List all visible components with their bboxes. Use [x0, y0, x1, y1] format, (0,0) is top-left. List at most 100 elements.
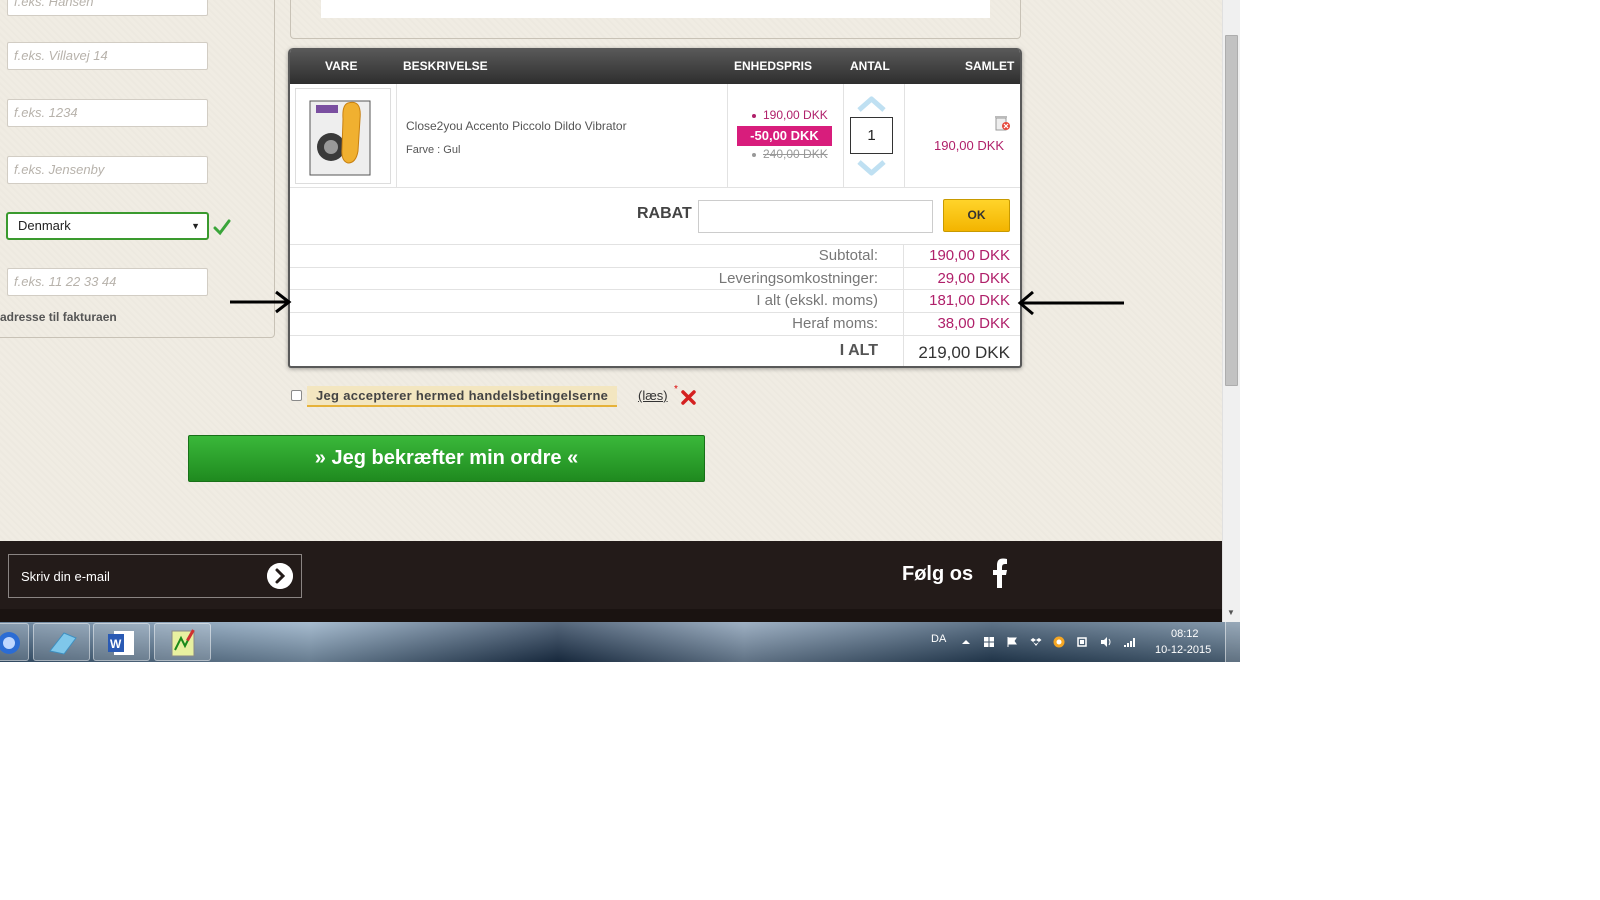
product-thumbnail[interactable] [295, 88, 391, 184]
quantity-input[interactable]: 1 [850, 117, 893, 154]
checkout-page: f.eks. Hansen f.eks. Villavej 14 f.eks. … [0, 0, 1222, 622]
taskbar-app-eraser[interactable] [33, 623, 90, 661]
taskbar-app-word[interactable]: W [93, 623, 150, 661]
trash-icon[interactable] [993, 114, 1011, 132]
scroll-down-arrow-icon[interactable]: ▼ [1227, 608, 1235, 617]
footer: Skriv din e-mail Følg os [0, 541, 1222, 622]
arrow-right-circle-icon[interactable] [267, 563, 293, 589]
price-original: 240,00 DKK [752, 147, 828, 161]
cart-product-row: Close2you Accento Piccolo Dildo Vibrator… [290, 84, 1020, 188]
svg-text:W: W [110, 637, 122, 651]
show-hidden-icons-icon[interactable] [960, 636, 972, 648]
newsletter-email-input[interactable]: Skriv din e-mail [8, 554, 302, 598]
excl-vat-row: I alt (ekskl. moms) 181,00 DKK [290, 290, 1020, 313]
phone-input[interactable]: f.eks. 11 22 33 44 [7, 268, 208, 296]
apply-discount-button[interactable]: OK [943, 199, 1010, 232]
divider [903, 290, 904, 312]
chevron-up-icon[interactable] [856, 96, 887, 112]
excl-vat-label: I alt (ekskl. moms) [756, 292, 878, 309]
taskbar-app-editor[interactable] [154, 623, 211, 661]
header-item: VARE [325, 59, 358, 73]
shipping-value: 29,00 DKK [937, 270, 1010, 287]
chevron-down-icon[interactable] [856, 160, 887, 176]
required-mark: * [674, 384, 678, 395]
terms-label[interactable]: Jeg accepterer hermed handelsbetingelser… [307, 386, 618, 407]
terms-read-link[interactable]: (læs) [638, 388, 668, 403]
subtotal-row: Subtotal: 190,00 DKK [290, 245, 1020, 268]
dropbox-icon[interactable] [1030, 636, 1042, 648]
bullet [752, 152, 756, 157]
divider [396, 84, 397, 188]
checkmark-icon [213, 219, 231, 236]
vat-value: 38,00 DKK [937, 315, 1010, 332]
street-input[interactable]: f.eks. Villavej 14 [7, 42, 208, 70]
bullet [752, 113, 756, 118]
subtotal-value: 190,00 DKK [929, 247, 1010, 264]
divider [904, 84, 905, 188]
language-indicator[interactable]: DA [931, 633, 946, 645]
discount-badge: -50,00 DKK [737, 126, 832, 146]
header-quantity: ANTAL [850, 59, 890, 73]
top-section-inner [321, 0, 990, 18]
device-icon[interactable] [1076, 636, 1088, 648]
clock-date[interactable]: 10-12-2015 [1155, 644, 1211, 656]
signal-icon[interactable] [1123, 636, 1135, 648]
excl-vat-value: 181,00 DKK [929, 292, 1010, 309]
taskbar-app-outlook[interactable] [0, 623, 29, 661]
product-name[interactable]: Close2you Accento Piccolo Dildo Vibrator [406, 119, 627, 133]
country-select[interactable]: Denmark ▼ [6, 212, 209, 240]
clock-time[interactable]: 08:12 [1171, 628, 1199, 640]
divider [903, 313, 904, 335]
price-current: 190,00 DKK [752, 108, 828, 122]
confirm-order-button[interactable]: » Jeg bekræfter min ordre « [188, 435, 705, 482]
footer-bottom-bar [0, 609, 1222, 622]
show-desktop-button[interactable] [1225, 622, 1240, 662]
grand-total-row: I ALT 219,00 DKK [290, 336, 1020, 366]
price-original-text: 240,00 DKK [763, 147, 828, 161]
divider [903, 336, 904, 366]
postcode-input[interactable]: f.eks. 1234 [7, 99, 208, 127]
volume-icon[interactable] [1100, 636, 1112, 648]
follow-us-label: Følg os [902, 563, 974, 585]
line-total: 190,00 DKK [934, 138, 1005, 153]
screen: f.eks. Hansen f.eks. Villavej 14 f.eks. … [0, 0, 1240, 662]
shipping-row: Leveringsomkostninger: 29,00 DKK [290, 268, 1020, 290]
grand-total-value: 219,00 DKK [918, 343, 1010, 362]
divider [727, 84, 728, 188]
divider [903, 245, 904, 267]
word-icon: W [108, 631, 134, 655]
email-placeholder: Skriv din e-mail [21, 569, 110, 584]
discount-label: RABAT [637, 205, 692, 222]
avast-icon[interactable] [1053, 636, 1065, 648]
vertical-scrollbar[interactable]: ▼ [1222, 0, 1240, 622]
surname-input[interactable]: f.eks. Hansen [7, 0, 208, 16]
header-total: SAMLET [965, 59, 1015, 73]
arrow-left-icon [1017, 290, 1124, 316]
cart-header: VARE BESKRIVELSE ENHEDSPRIS ANTAL SAMLET [290, 48, 1020, 84]
scrollbar-thumb[interactable] [1225, 35, 1238, 386]
caret-down-icon: ▼ [191, 221, 200, 231]
red-x-icon [681, 390, 696, 405]
product-color: Farve : Gul [406, 144, 461, 156]
header-description: BESKRIVELSE [403, 59, 488, 73]
windows-taskbar: W DA 08:12 10-12-2015 [0, 622, 1240, 662]
billing-address-link[interactable]: adresse til fakturaen [0, 310, 117, 324]
discount-row: RABAT OK [290, 188, 1020, 245]
facebook-icon[interactable] [990, 558, 1010, 588]
subtotal-label: Subtotal: [818, 247, 878, 264]
country-select-value: Denmark [18, 218, 71, 233]
app-icon [0, 632, 20, 654]
vat-label: Heraf moms: [792, 315, 878, 332]
eraser-icon [49, 632, 77, 655]
terms-checkbox[interactable] [291, 390, 302, 401]
city-input[interactable]: f.eks. Jensenby [7, 156, 208, 184]
arrow-right-icon [230, 290, 292, 314]
discount-code-input[interactable] [698, 200, 933, 233]
action-center-flag-icon[interactable] [1006, 636, 1018, 648]
divider [843, 84, 844, 188]
divider [903, 268, 904, 289]
price-current-text: 190,00 DKK [763, 108, 828, 122]
grand-total-label: I ALT [839, 342, 878, 359]
product-image [309, 100, 371, 176]
windows-flag-icon[interactable] [983, 636, 995, 648]
